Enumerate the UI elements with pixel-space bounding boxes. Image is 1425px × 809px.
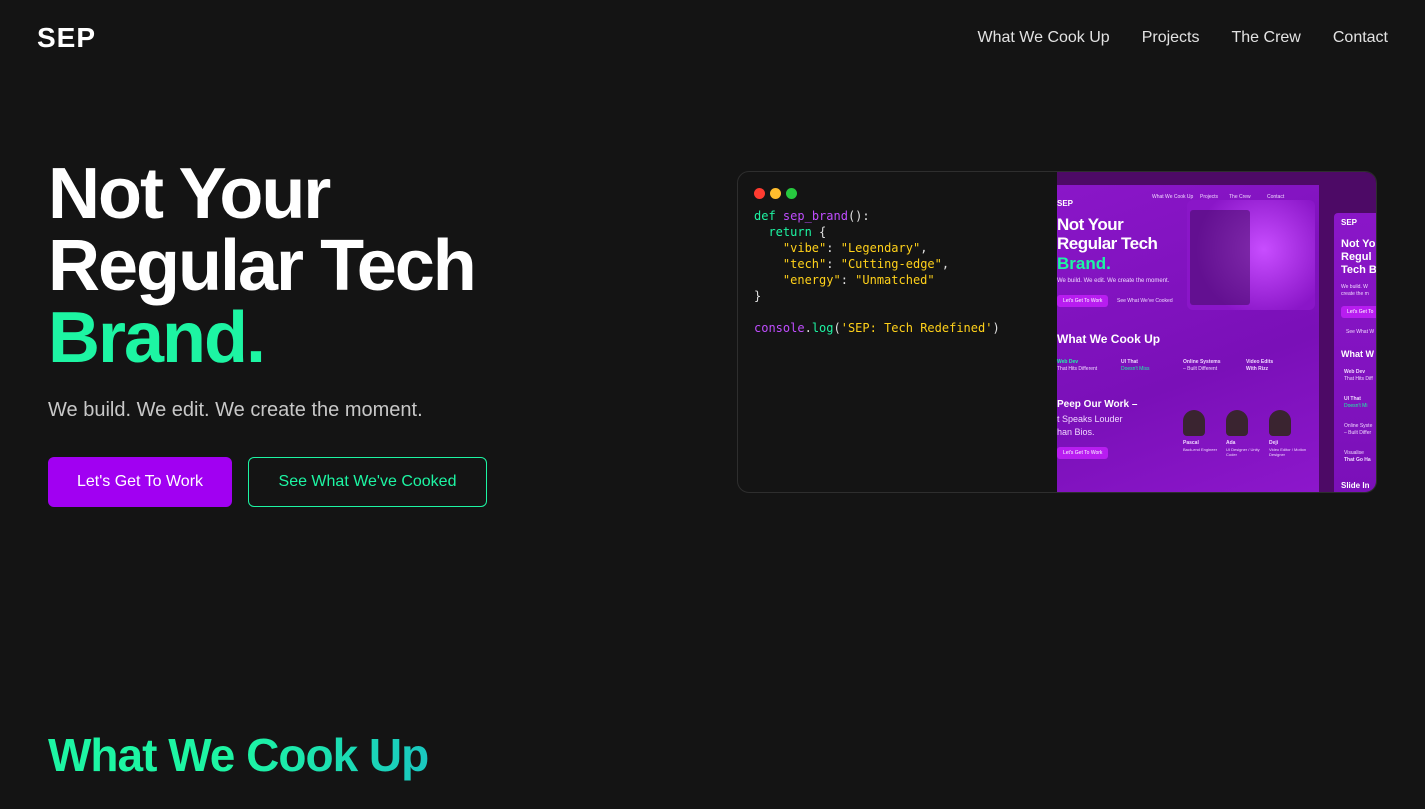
preview-mobile-page: SEP Not Yo Regul Tech B We build. W crea… [1334,213,1377,492]
preview-side-title3: Tech B [1341,264,1377,276]
code-snippet: def sep_brand(): return { "vibe": "Legen… [754,209,1000,335]
hero-title-line2: Regular Tech [48,226,477,306]
preview-side-sub1: We build. W [1341,284,1368,290]
nav-link-the-crew[interactable]: The Crew [1232,29,1301,47]
preview-section-title: What We Cook Up [1057,332,1161,346]
preview-crew-ada: Ada [1226,440,1236,446]
preview-crew-deji: Deji [1269,440,1279,446]
code-value-vibe: "Legendary" [840,241,921,255]
code-preview-card: def sep_brand(): return { "vibe": "Legen… [737,171,1377,493]
preview-side-item-6: – Built Differ [1344,430,1372,436]
code-brace-close: } [754,289,762,303]
code-key-energy: "energy" [782,273,841,287]
preview-nav-1: What We Cook Up [1152,194,1194,200]
preview-side-item-3: UI That [1344,396,1361,402]
preview-side-item-7: Visualise [1344,450,1364,456]
code-def-keyword: def [754,209,776,223]
top-nav: SEP What We Cook Up Projects The Crew Co… [0,0,1425,80]
preview-avatar-pascal [1183,410,1205,436]
preview-crew-pascal-role: Back-end Engineer [1183,447,1218,452]
nav-link-contact[interactable]: Contact [1333,29,1388,47]
hero-title: Not Your Regular Tech Brand. [48,154,477,378]
website-preview-image: SEP What We Cook Up Projects The Crew Co… [1057,172,1377,492]
code-function-name: sep_brand [782,209,848,223]
code-log: log [811,321,834,335]
code-key-vibe: "vibe" [782,241,827,255]
preview-side-item-8: That Go Ha [1344,457,1371,463]
nav-links: What We Cook Up Projects The Crew Contac… [978,29,1389,47]
preview-work-l2: t Speaks Louder [1057,414,1123,424]
code-return-keyword: return [768,225,812,239]
hero-title-line1: Not Your [48,154,331,234]
preview-work-l3: han Bios. [1057,427,1095,437]
section-title-what-we-cook-up: What We Cook Up [48,729,429,781]
maximize-dot-icon [786,188,797,199]
preview-service-2a: UI That [1121,359,1138,365]
code-value-energy: "Unmatched" [855,273,935,287]
preview-side-item-5: Online Syste [1344,423,1373,429]
preview-service-1a: Web Dev [1057,359,1079,365]
preview-crew-pascal: Pascal [1183,440,1199,446]
preview-service-1b: That Hits Different [1057,366,1098,372]
lets-get-to-work-button[interactable]: Let's Get To Work [48,457,232,507]
preview-side-item-4: Doesn't Mi [1344,403,1368,409]
preview-crew-ada-role: UI Designer / Unity Coder [1226,447,1260,457]
code-key-tech: "tech" [782,257,827,271]
preview-service-4b: With Rizz [1246,366,1269,372]
preview-work-l1: Peep Our Work – [1057,399,1138,410]
code-parens: (): [847,209,870,223]
preview-avatar-deji [1269,410,1291,436]
preview-logo: SEP [1057,199,1074,208]
preview-title: Not Your Regular Tech [1057,215,1158,253]
preview-service-2b: Doesn't Miss [1121,366,1150,372]
preview-service-3a: Online Systems [1183,359,1221,365]
preview-btn-primary: Let's Get To Work [1057,295,1109,307]
preview-side-logo: SEP [1341,218,1358,227]
preview-btn-work: Let's Get To Work [1057,447,1109,459]
see-what-weve-cooked-button[interactable]: See What We've Cooked [248,457,487,507]
preview-accent: Brand. [1057,254,1111,273]
preview-avatar-ada [1226,410,1248,436]
preview-subtitle: We build. We edit. We create the moment. [1057,278,1170,284]
minimize-dot-icon [770,188,781,199]
preview-side-title1: Not Yo [1341,238,1376,250]
preview-btn-secondary: See What We've Cooked [1117,298,1173,304]
preview-code-overlay [1190,210,1250,305]
logo[interactable]: SEP [37,22,96,54]
preview-crew-deji-role: Video Editor / Motion Designer [1269,447,1307,457]
preview-side-item-9: Slide In [1341,481,1370,490]
hero-title-accent: Brand. [48,298,266,378]
preview-side-item-2: That Hits Diff [1344,376,1373,382]
code-log-arg: 'SEP: Tech Redefined' [840,321,993,335]
preview-side-title2: Regul [1341,251,1372,263]
nav-link-projects[interactable]: Projects [1142,29,1200,47]
preview-service-3b: – Built Different [1183,366,1218,372]
code-value-tech: "Cutting-edge" [840,257,942,271]
preview-side-item-1: Web Dev [1344,369,1366,375]
window-dots [754,188,797,199]
preview-side-sub2: create the m [1341,291,1369,297]
hero-subtitle: We build. We edit. We create the moment. [48,399,423,421]
preview-service-4a: Video Edits [1246,359,1274,365]
preview-side-btn2: See What W [1346,329,1375,335]
preview-side-section: What W [1341,349,1374,359]
preview-main-page: SEP What We Cook Up Projects The Crew Co… [1057,185,1319,492]
code-console: console [754,321,805,335]
code-brace-open: { [819,225,827,239]
nav-link-what-we-cook-up[interactable]: What We Cook Up [978,29,1110,47]
preview-side-btn: Let's Get To [1341,306,1376,318]
close-dot-icon [754,188,765,199]
